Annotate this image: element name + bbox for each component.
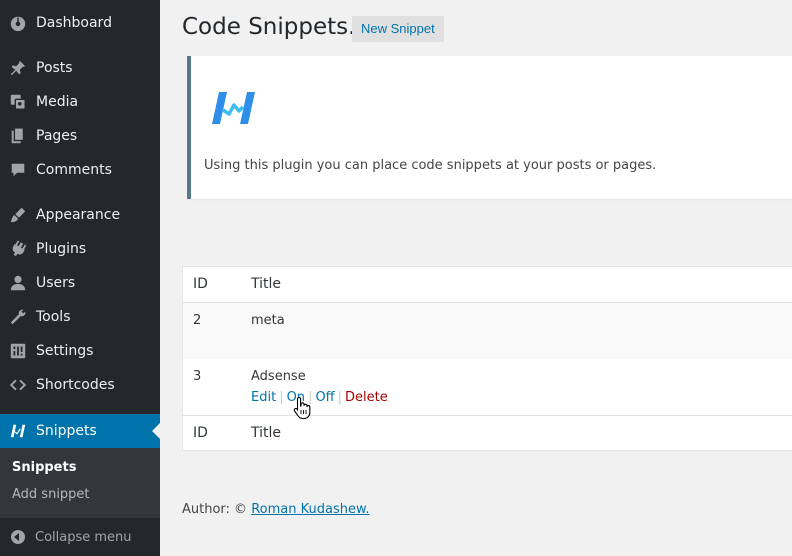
collapse-menu-button[interactable]: Collapse menu xyxy=(0,518,160,556)
off-link[interactable]: Off xyxy=(315,390,334,405)
sidebar-item-snippets[interactable]: Snippets xyxy=(0,414,160,448)
plugin-logo-icon xyxy=(212,92,255,124)
settings-icon xyxy=(0,342,36,360)
sidebar-item-label: Posts xyxy=(36,60,73,76)
page-title: Code Snippets. xyxy=(182,14,356,40)
table-footer: ID Title xyxy=(183,415,792,450)
plug-icon xyxy=(0,240,36,258)
sidebar-item-label: Plugins xyxy=(36,241,87,257)
sidebar-item-label: Dashboard xyxy=(36,15,112,31)
row-actions: Edit | On | Off | Delete xyxy=(251,390,388,405)
separator: | xyxy=(279,390,284,405)
snippets-table: ID Title 2 meta 3 Adsense Edit | On | Off | De… xyxy=(182,266,792,451)
media-icon xyxy=(0,93,36,111)
sidebar-item-posts[interactable]: Posts xyxy=(0,51,160,85)
author-credit: Author: © Roman Kudashew. xyxy=(182,502,370,517)
sidebar-item-label: Pages xyxy=(36,128,78,144)
column-header-title[interactable]: Title xyxy=(251,276,281,292)
sidebar-item-label: Users xyxy=(36,275,76,291)
brush-icon xyxy=(0,206,36,224)
sidebar-item-media[interactable]: Media xyxy=(0,85,160,119)
column-footer-id[interactable]: ID xyxy=(193,425,208,441)
plugin-notice: Using this plugin you can place code sni… xyxy=(187,56,792,199)
collapse-menu-label: Collapse menu xyxy=(35,529,132,545)
sidebar-item-shortcodes[interactable]: Shortcodes xyxy=(0,368,160,402)
sidebar-item-tools[interactable]: Tools xyxy=(0,300,160,334)
sidebar-item-label: Settings xyxy=(36,343,94,359)
table-row: 3 Adsense Edit | On | Off | Delete xyxy=(183,359,792,415)
code-icon xyxy=(0,376,36,394)
author-link[interactable]: Roman Kudashew. xyxy=(251,502,369,517)
sidebar-item-label: Snippets xyxy=(36,423,97,439)
table-row: 2 meta xyxy=(183,303,792,359)
admin-sidebar: Dashboard Posts Media Pages Comments App… xyxy=(0,0,160,556)
sidebar-item-label: Comments xyxy=(36,162,112,178)
sidebar-item-label: Shortcodes xyxy=(36,377,115,393)
sidebar-item-label: Media xyxy=(36,94,79,110)
sidebar-item-dashboard[interactable]: Dashboard xyxy=(0,6,160,40)
sidebar-item-settings[interactable]: Settings xyxy=(0,334,160,368)
wrench-icon xyxy=(0,308,36,326)
snippet-icon xyxy=(0,422,36,440)
sidebar-item-pages[interactable]: Pages xyxy=(0,119,160,153)
new-snippet-button[interactable]: New Snippet xyxy=(352,16,444,42)
user-icon xyxy=(0,274,36,292)
row-title: meta xyxy=(251,313,285,328)
active-arrow xyxy=(152,423,160,439)
row-title: Adsense xyxy=(251,369,306,384)
submenu-item-add-snippet[interactable]: Add snippet xyxy=(12,487,90,502)
comment-icon xyxy=(0,161,36,179)
sidebar-item-users[interactable]: Users xyxy=(0,266,160,300)
main-content: Code Snippets. New Snippet Using this pl… xyxy=(160,0,792,556)
edit-link[interactable]: Edit xyxy=(251,390,276,405)
separator: | xyxy=(337,390,343,405)
delete-link[interactable]: Delete xyxy=(345,390,388,405)
notice-description: Using this plugin you can place code sni… xyxy=(204,158,657,173)
row-id: 2 xyxy=(193,313,202,328)
column-header-id[interactable]: ID xyxy=(193,276,208,292)
sidebar-item-label: Appearance xyxy=(36,207,121,223)
hand-cursor-icon xyxy=(293,396,311,420)
dashboard-icon xyxy=(0,14,36,32)
author-prefix: Author: © xyxy=(182,502,248,517)
snippets-submenu: Snippets Add snippet xyxy=(0,448,160,518)
submenu-item-snippets[interactable]: Snippets xyxy=(12,460,76,475)
pages-icon xyxy=(0,127,36,145)
column-footer-title[interactable]: Title xyxy=(251,425,281,441)
sidebar-item-label: Tools xyxy=(36,309,71,325)
sidebar-item-plugins[interactable]: Plugins xyxy=(0,232,160,266)
row-id: 3 xyxy=(193,369,202,384)
collapse-icon xyxy=(11,530,25,544)
sidebar-item-appearance[interactable]: Appearance xyxy=(0,198,160,232)
sidebar-item-comments[interactable]: Comments xyxy=(0,153,160,187)
table-header: ID Title xyxy=(183,267,792,303)
pin-icon xyxy=(0,59,36,77)
